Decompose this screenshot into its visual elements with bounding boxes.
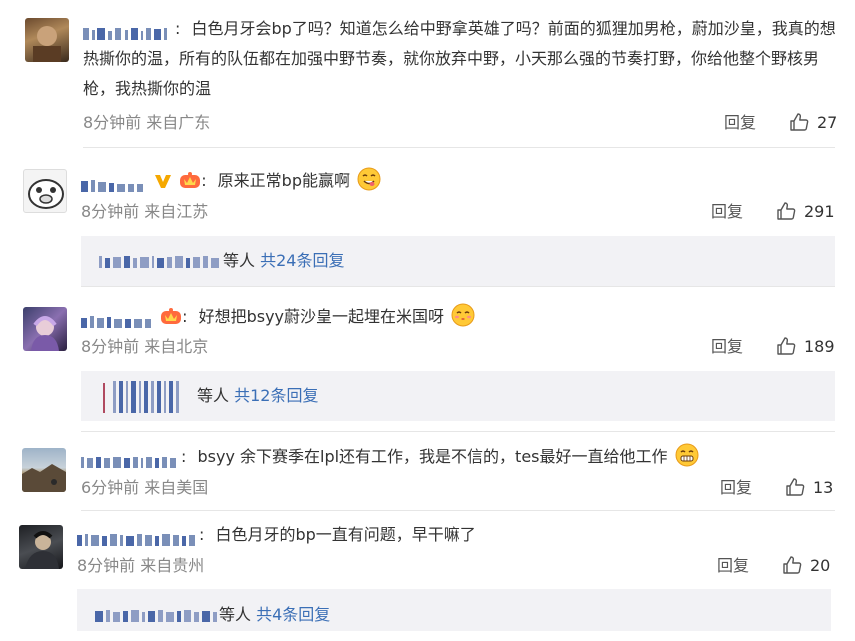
comment-text: 好想把bsyy蔚沙皇一起埋在米国呀 [198,307,445,326]
like-button[interactable]: 13 [785,477,833,499]
comment-meta: 8分钟前 来自北京 [81,337,209,356]
comment-meta: 6分钟前 来自美国 [81,478,209,497]
member-crown-icon [180,172,201,188]
divider [81,286,835,287]
like-count: 13 [813,478,834,497]
reply-usernames [103,380,179,413]
reply-thread-preview[interactable]: 等人 共24条回复 [81,236,835,286]
reply-button[interactable]: 回复 [711,201,743,223]
avatar[interactable] [23,169,67,213]
divider [81,431,835,432]
thumbs-up-icon [790,113,809,131]
like-count: 291 [804,202,835,221]
view-replies-link[interactable]: 共24条回复 [260,251,344,270]
thumbs-up-icon [777,337,796,355]
like-count: 20 [810,556,831,575]
like-count: 189 [804,337,835,356]
comment-meta: 8分钟前 来自广东 [83,113,211,132]
reply-button[interactable]: 回复 [717,555,749,577]
reply-button[interactable]: 回复 [720,477,752,499]
view-replies-link[interactable]: 共12条回复 [234,386,318,405]
comment-text: 原来正常bp能赢啊 [217,171,350,190]
username[interactable] [81,310,153,328]
reply-thread-preview[interactable]: 等人 共12条回复 [81,371,835,421]
view-replies-link[interactable]: 共4条回复 [256,605,330,624]
username[interactable] [81,174,147,192]
thumbs-up-icon [783,556,802,574]
grin-face-emoji [675,443,699,467]
divider [81,510,835,511]
avatar[interactable] [25,18,69,62]
username[interactable] [83,22,175,40]
avatar[interactable] [22,448,66,492]
avatar[interactable] [23,307,67,351]
avatar[interactable] [19,525,63,569]
like-button[interactable]: 291 [776,201,835,223]
thumbs-up-icon [786,478,805,496]
thumbs-up-icon [777,202,796,220]
comment-text: bsyy 余下赛季在lpl还有工作，我是不信的，tes最好一直给他工作 [197,447,668,466]
like-button[interactable]: 189 [776,336,835,358]
divider [83,147,835,148]
member-crown-icon [161,308,182,324]
reply-thread-preview[interactable]: 等人 共4条回复 [77,589,831,631]
reply-button[interactable]: 回复 [711,336,743,358]
like-button[interactable]: 27 [789,112,837,134]
kiss-face-emoji [451,303,475,327]
yummy-face-emoji [357,167,381,191]
comment-meta: 8分钟前 来自贵州 [77,556,205,575]
like-button[interactable]: 20 [782,555,830,577]
reply-button[interactable]: 回复 [724,112,756,134]
username[interactable] [81,450,181,468]
comment-text: 白色月牙的bp一直有问题，早干嘛了 [215,525,476,544]
like-count: 27 [817,113,838,132]
username[interactable] [77,528,199,546]
reply-usernames [99,255,219,268]
reply-usernames [95,609,217,622]
vip-v-icon [155,175,172,188]
comment-meta: 8分钟前 来自江苏 [81,202,209,221]
comment-text: 白色月牙会bp了吗？知道怎么给中野拿英雄了吗？前面的狐狸加男枪，蔚加沙皇，我真的… [83,19,836,98]
